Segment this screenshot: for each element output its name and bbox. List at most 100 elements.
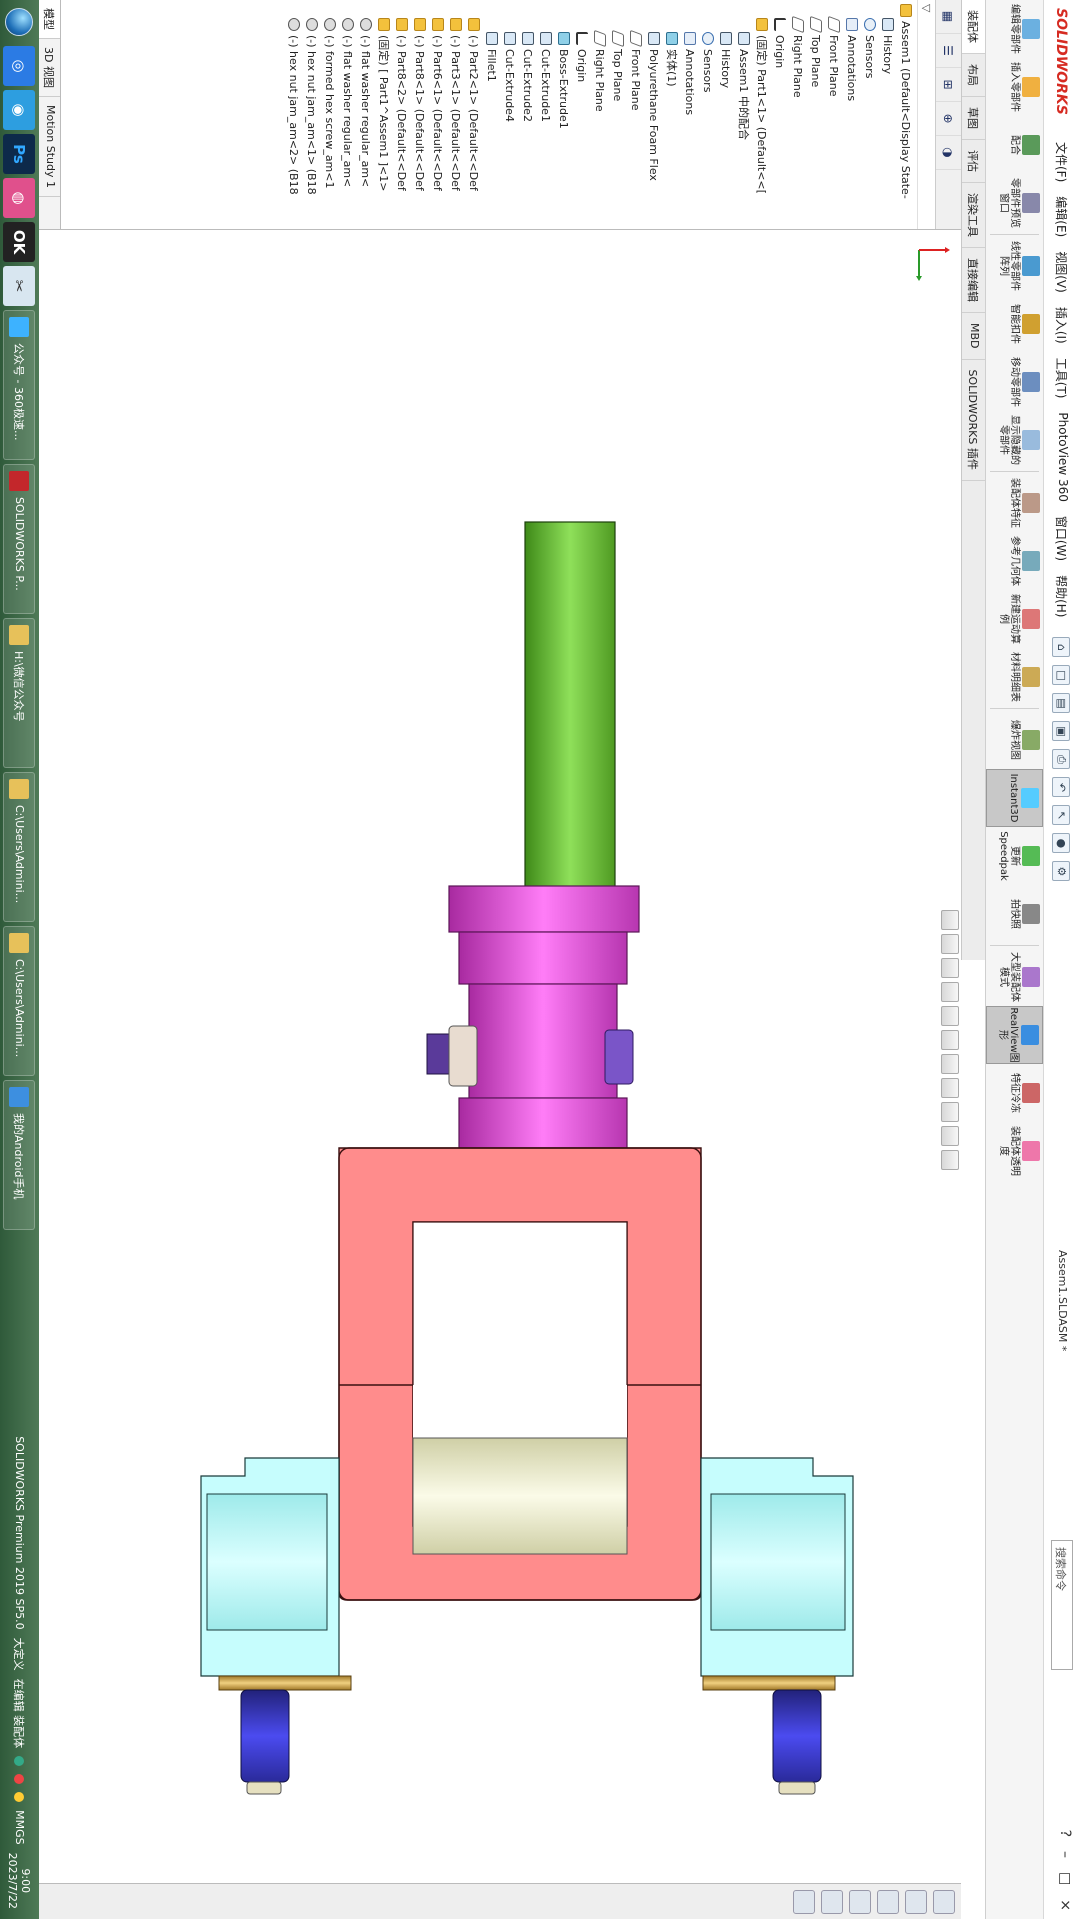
clock[interactable]: 9:00 2023/7/22 [7,1853,33,1909]
view-palette-icon[interactable] [849,1889,871,1914]
taskbar-task-1[interactable]: SOLIDWORKS P... [3,464,36,614]
tray-icon-2[interactable] [14,1774,25,1785]
home-icon[interactable]: ⌂ [1052,637,1071,658]
bushing-bottom[interactable] [206,1493,328,1631]
ribbon-button-13[interactable]: Instant3D [986,769,1043,827]
ribbon-button-0[interactable]: 编辑零部件 [986,0,1043,58]
appearances-icon[interactable] [821,1889,843,1914]
taskbar-task-2[interactable]: H:\微信公众号 [3,618,36,768]
app-icon-2[interactable]: ◍ [3,178,36,218]
search-input[interactable]: 搜索命令 [1051,1540,1073,1670]
model-tab-1[interactable]: 3D 视图 [39,39,60,97]
configuration-tab-icon[interactable]: ⊞ [936,68,961,102]
solidworks-resources-icon[interactable] [933,1889,955,1914]
command-tab-4[interactable]: 渲染工具 [962,183,985,248]
tree-node[interactable]: Right Plane [789,0,807,229]
tree-node[interactable]: Top Plane [807,0,825,229]
hub-flange[interactable] [448,885,640,933]
tree-node[interactable]: Sensors [861,0,879,229]
ribbon-button-17[interactable]: RealView图形 [986,1006,1043,1064]
tree-node[interactable]: Front Plane [627,0,645,229]
dimxpert-tab-icon[interactable]: ⊕ [936,102,961,136]
tree-node[interactable]: Annotations [843,0,861,229]
ribbon-button-18[interactable]: 特征冷冻 [986,1064,1043,1122]
tray-icon-1[interactable] [14,1756,25,1767]
undo-icon[interactable]: ↶ [1052,777,1071,798]
tree-node[interactable]: Origin [573,0,591,229]
menu-item-7[interactable]: 帮助(H) [1053,575,1070,617]
ribbon-button-14[interactable]: 更新Speedpak [986,827,1043,885]
model-tab-2[interactable]: Motion Study 1 [39,96,60,198]
tree-node[interactable]: Cut-Extrude1 [537,0,555,229]
tree-node[interactable]: History [717,0,735,229]
ribbon-button-7[interactable]: 显示隐藏的零部件 [986,411,1043,469]
restore-icon[interactable]: □ [1057,1872,1073,1885]
taskbar-task-5[interactable]: 我的Android手机 [3,1080,36,1230]
menu-item-6[interactable]: 窗口(W) [1053,516,1070,561]
command-tab-7[interactable]: SOLIDWORKS 插件 [962,359,985,481]
tree-node[interactable]: Right Plane [591,0,609,229]
close-icon[interactable]: × [1057,1899,1073,1911]
tree-node[interactable]: Top Plane [609,0,627,229]
tree-node[interactable]: (-) Part8<1> (Default<<Def [411,0,429,229]
app-icon-1[interactable]: ◎ [3,46,36,86]
command-tab-2[interactable]: 草图 [962,97,985,140]
hub-side-nut[interactable] [604,1029,634,1085]
washer-top[interactable] [702,1675,836,1691]
save-icon[interactable]: ▣ [1052,721,1071,742]
start-button[interactable] [0,0,39,44]
rebuild-icon[interactable]: ● [1052,833,1071,854]
ribbon-button-4[interactable]: 线性零部件阵列 [986,237,1043,295]
tree-node[interactable]: (固定) Part1<1> (Default<<[ [753,0,771,229]
ribbon-button-15[interactable]: 拍快照 [986,885,1043,943]
tree-node[interactable]: (-) Part8<2> (Default<<Def [393,0,411,229]
file-explorer-icon[interactable] [877,1889,899,1914]
tree-node[interactable]: (-) Part6<1> (Default<<Def [429,0,447,229]
help-icon[interactable]: ? [1057,1830,1073,1837]
minimize-icon[interactable]: – [1057,1851,1073,1858]
ribbon-button-2[interactable]: 配合 [986,116,1043,174]
command-tab-3[interactable]: 评估 [962,140,985,183]
browser-icon[interactable]: ◉ [3,90,36,130]
filter-icon[interactable]: ▽ [917,0,935,229]
tree-node[interactable]: Front Plane [825,0,843,229]
tree-node[interactable]: Annotations [681,0,699,229]
menu-item-5[interactable]: PhotoView 360 [1053,412,1070,501]
menu-item-4[interactable]: 工具(T) [1053,358,1070,399]
ribbon-button-3[interactable]: 零部件预览窗口 [986,174,1043,232]
command-tab-6[interactable]: MBD [962,313,985,360]
tree-node[interactable]: 实体(1) [663,0,681,229]
command-tab-0[interactable]: 装配体 [962,0,985,54]
menu-item-2[interactable]: 视图(V) [1053,251,1070,293]
tree-node[interactable]: (-) formed hex screw_am<1 [321,0,339,229]
ribbon-button-9[interactable]: 参考几何体 [986,532,1043,590]
menu-item-1[interactable]: 编辑(E) [1053,196,1070,237]
ribbon-button-10[interactable]: 新建运动算例 [986,590,1043,648]
menu-item-0[interactable]: 文件(F) [1053,142,1070,182]
ribbon-button-6[interactable]: 移动零部件 [986,353,1043,411]
ribbon-button-12[interactable]: 爆炸视图 [986,711,1043,769]
tree-node[interactable]: (-) hex nut jam_am<2> (B18 [285,0,303,229]
display-manager-tab-icon[interactable]: ◑ [936,136,961,170]
open-icon[interactable]: ▤ [1052,693,1071,714]
ribbon-button-5[interactable]: 智能扣件 [986,295,1043,353]
obs-icon[interactable]: OK [3,222,36,262]
tree-node[interactable]: (-) flat washer regular_am< [339,0,357,229]
washer-bottom[interactable] [218,1675,352,1691]
design-library-icon[interactable] [905,1889,927,1914]
tree-node[interactable]: (固定) [ Part1^Assem1 ]<1> [375,0,393,229]
bolt-end-bottom[interactable] [246,1781,282,1795]
tree-node[interactable]: Fillet1 [483,0,501,229]
tree-node[interactable]: Cut-Extrude4 [501,0,519,229]
taskbar-task-4[interactable]: C:\Users\Admini... [3,926,36,1076]
graphics-area[interactable] [39,230,961,1919]
property-manager-tab-icon[interactable]: ☰ [936,34,961,68]
bushing-top[interactable] [710,1493,846,1631]
assembly-model[interactable] [39,230,961,1883]
custom-properties-icon[interactable] [793,1889,815,1914]
tree-node[interactable]: Origin [771,0,789,229]
taskbar-task-3[interactable]: C:\Users\Admini... [3,772,36,922]
tree-node[interactable]: (-) flat washer regular_am< [357,0,375,229]
tree-node[interactable]: Sensors [699,0,717,229]
model-tab-0[interactable]: 模型 [39,0,60,39]
